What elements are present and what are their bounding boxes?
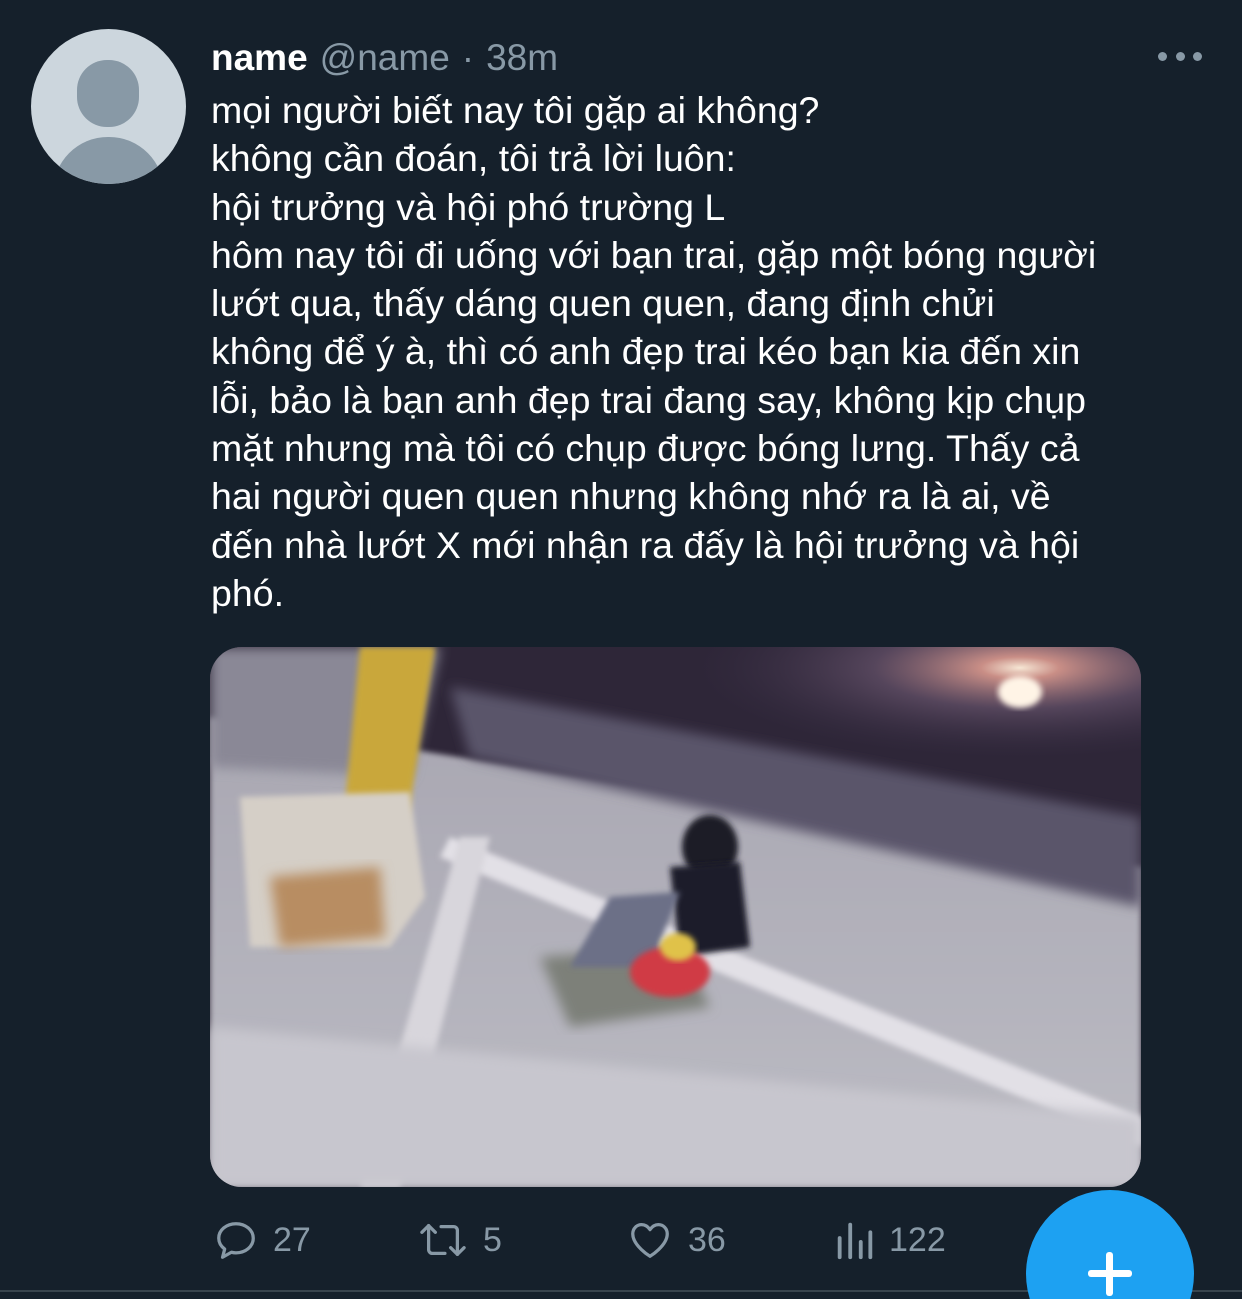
user-handle[interactable]: @name	[320, 37, 450, 79]
views-button[interactable]: 122	[835, 1212, 946, 1268]
views-count: 122	[889, 1220, 946, 1259]
retweet-count: 5	[483, 1220, 502, 1259]
display-name[interactable]: name	[211, 37, 308, 79]
tweet-text-line: hôm nay tôi đi uống với bạn trai, gặp mộ…	[211, 233, 1097, 276]
tweet-text-line: hai người quen quen nhưng không nhớ ra l…	[211, 475, 1051, 518]
header-separator: ·	[461, 37, 475, 78]
tweet[interactable]: name @name · 38m mọi người biết nay tôi …	[0, 0, 1242, 1299]
like-count: 36	[688, 1220, 726, 1259]
tweet-text-line: mặt nhưng mà tôi có chụp được bóng lưng.…	[211, 427, 1080, 470]
compose-tweet-button[interactable]	[1026, 1190, 1194, 1299]
tweet-text-line: mọi người biết nay tôi gặp ai không?	[211, 89, 820, 131]
tweet-header: name @name · 38m	[211, 36, 558, 80]
reply-count: 27	[273, 1220, 311, 1259]
reply-icon	[213, 1217, 259, 1263]
avatar[interactable]	[31, 29, 186, 184]
analytics-icon	[835, 1217, 875, 1263]
tweet-text-line: không cần đoán, tôi trả lời luôn:	[211, 137, 736, 180]
tweet-text-line: lướt qua, thấy dáng quen quen, đang định…	[211, 282, 995, 325]
tweet-text: mọi người biết nay tôi gặp ai không? khô…	[211, 86, 1211, 617]
more-options-icon[interactable]	[1158, 48, 1202, 64]
tweet-text-line: đến nhà lướt X mới nhận ra đấy là hội tr…	[211, 523, 1080, 566]
reply-button[interactable]: 27	[213, 1212, 311, 1268]
tweet-text-line: không để ý à, thì có anh đẹp trai kéo bạ…	[211, 330, 1081, 373]
avatar-head-shape	[77, 60, 139, 127]
heart-icon	[626, 1217, 674, 1263]
retweet-icon	[417, 1217, 469, 1263]
like-button[interactable]: 36	[626, 1212, 726, 1268]
tweet-photo[interactable]	[210, 647, 1141, 1187]
tweet-text-line: hội trưởng và hội phó trường L	[211, 185, 726, 228]
night-street-photo	[210, 647, 1141, 1187]
tweet-text-line: phó.	[211, 571, 284, 614]
timestamp[interactable]: 38m	[486, 37, 558, 79]
tweet-text-line: lỗi, bảo là bạn anh đẹp trai đang say, k…	[211, 378, 1086, 421]
tweet-actions: 27 5 36 122	[211, 1212, 971, 1268]
avatar-shoulders-shape	[53, 137, 164, 184]
retweet-button[interactable]: 5	[417, 1212, 502, 1268]
